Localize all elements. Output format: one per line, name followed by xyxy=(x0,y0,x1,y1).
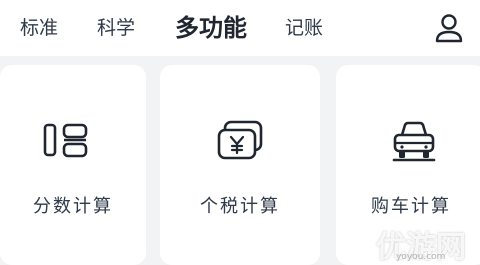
tax-calc-label: 个税计算 xyxy=(200,196,280,217)
tab-standard[interactable]: 标准 xyxy=(20,0,58,56)
tab-scientific[interactable]: 科学 xyxy=(97,0,135,56)
fraction-icon xyxy=(43,123,88,158)
user-profile-icon[interactable] xyxy=(432,11,466,45)
car-icon xyxy=(392,121,436,162)
tab-multifunction[interactable]: 多功能 xyxy=(175,0,247,56)
tax-calc-card[interactable]: 个税计算 xyxy=(160,65,320,265)
car-calc-label: 购车计算 xyxy=(371,196,451,217)
top-tab-bar: 标准 科学 多功能 记账 xyxy=(0,0,480,56)
watermark-url: yoyou.com xyxy=(396,252,446,262)
fraction-calc-card[interactable]: 分数计算 xyxy=(0,65,146,265)
yuan-money-icon xyxy=(217,120,263,160)
tab-bookkeeping[interactable]: 记账 xyxy=(285,0,323,56)
app-window: 标准 科学 多功能 记账 分数计算 个税计算 购车计算 优游网 yoyou.co… xyxy=(0,0,480,265)
fraction-calc-label: 分数计算 xyxy=(33,196,113,217)
